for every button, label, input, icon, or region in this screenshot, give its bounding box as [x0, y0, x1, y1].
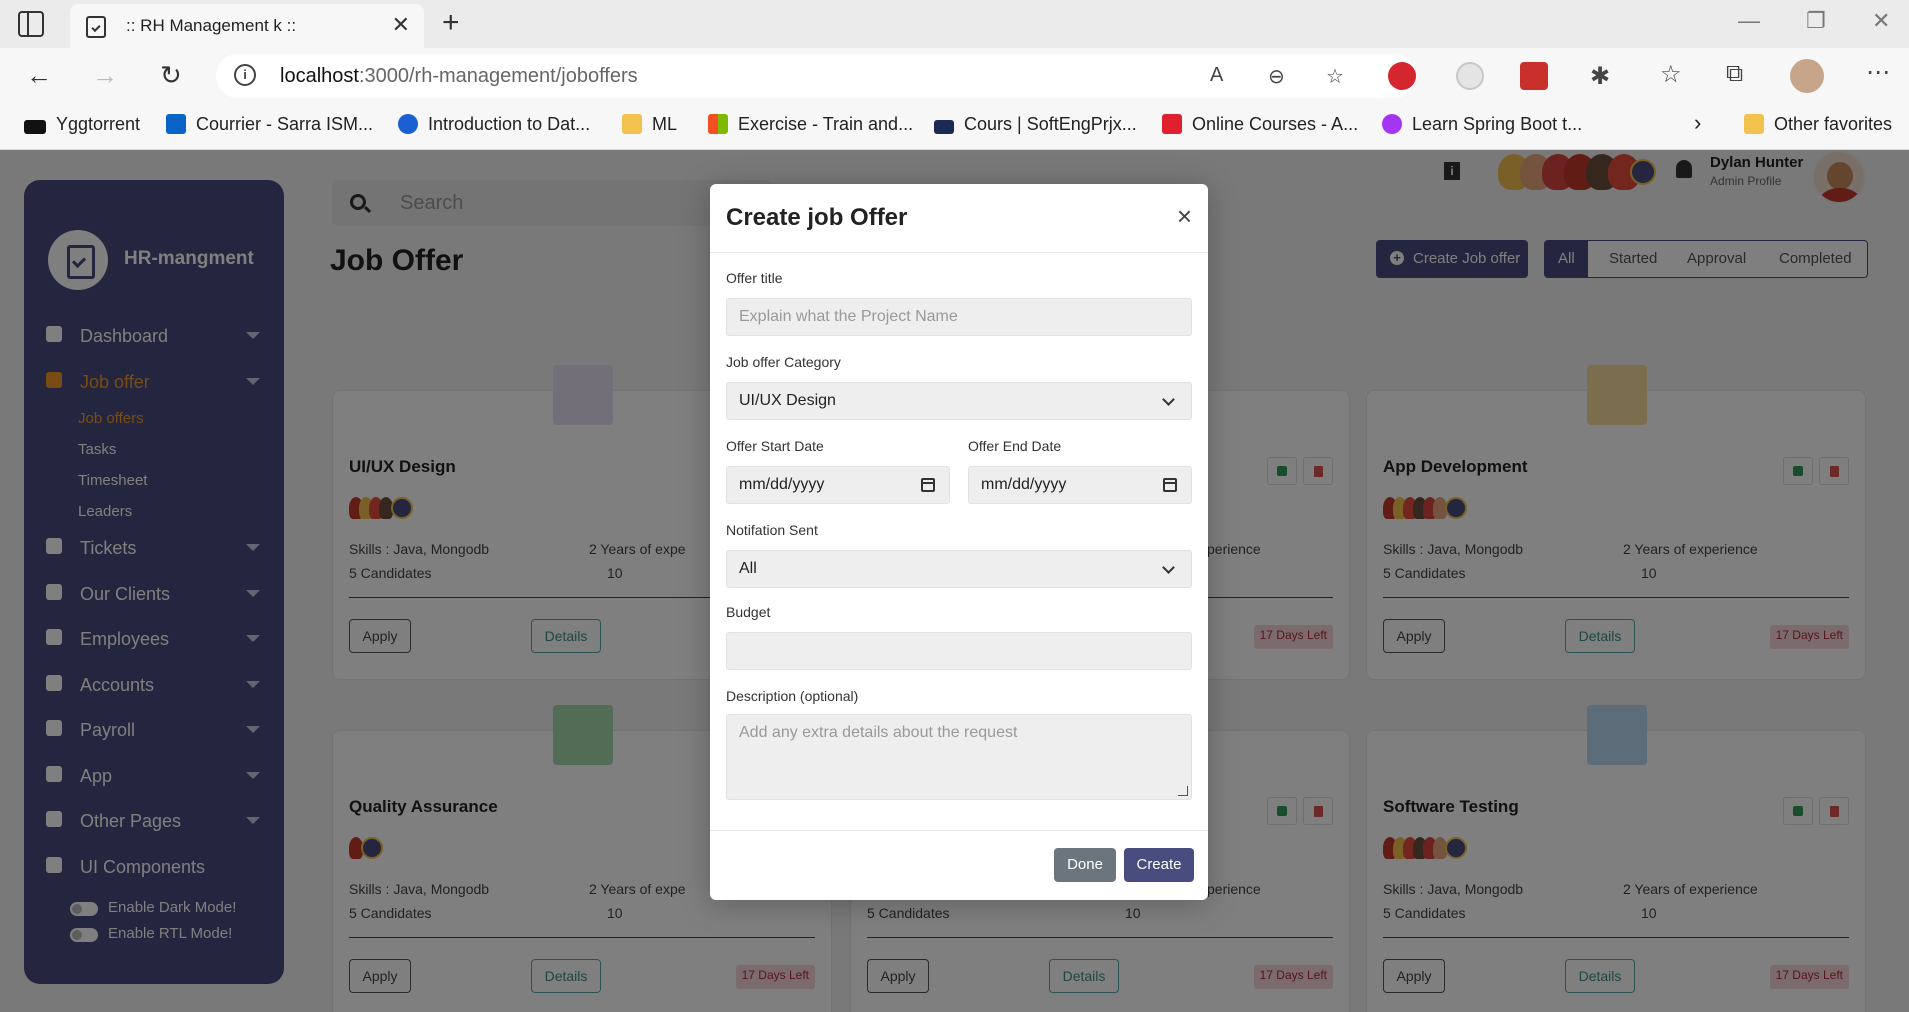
calendar-icon[interactable] [1163, 478, 1177, 492]
more-menu-icon[interactable]: ⋯ [1866, 58, 1890, 87]
category-select[interactable]: UI/UX Design [726, 382, 1192, 420]
notification-label: Notifation Sent [726, 522, 818, 538]
refresh-icon[interactable]: ↻ [160, 60, 182, 91]
close-icon[interactable]: × [1177, 203, 1192, 229]
minimize-window-icon[interactable]: — [1738, 8, 1760, 34]
bookmark-item[interactable]: Yggtorrent [24, 114, 140, 135]
bookmark-item[interactable]: Introduction to Dat... [398, 114, 590, 135]
adblock-extension-icon[interactable] [1388, 62, 1416, 90]
extension-icon[interactable] [1456, 62, 1484, 90]
coursera-icon [398, 114, 418, 134]
add-favorite-icon[interactable]: ☆ [1326, 64, 1344, 89]
description-label: Description (optional) [726, 688, 859, 704]
start-date-label: Offer Start Date [726, 438, 824, 454]
chevron-down-icon [1162, 393, 1175, 406]
folder-icon [1744, 114, 1764, 134]
udemy-purple-icon [1382, 114, 1402, 134]
bookmark-item[interactable]: Learn Spring Boot t... [1382, 114, 1582, 135]
extensions-puzzle-icon[interactable]: ✱ [1590, 62, 1610, 91]
offer-title-input[interactable]: Explain what the Project Name [726, 298, 1192, 336]
tab-title: :: RH Management k :: [126, 16, 297, 35]
clipboard-check-icon [86, 16, 106, 38]
bookmark-item[interactable]: Courrier - Sarra ISM... [166, 114, 373, 135]
read-aloud-icon[interactable]: A [1210, 64, 1223, 87]
forward-icon[interactable]: → [92, 60, 118, 91]
favorites-icon[interactable]: ☆ [1660, 60, 1682, 89]
resize-handle-icon[interactable] [1178, 786, 1188, 796]
udemy-icon [1162, 114, 1182, 134]
address-bar-row: ← → ↻ i localhost:3000/rh-management/job… [0, 48, 1909, 104]
other-favorites-folder[interactable]: Other favorites [1744, 114, 1892, 135]
url-text: localhost:3000/rh-management/joboffers [280, 65, 638, 87]
back-icon[interactable]: ← [26, 60, 52, 91]
bookmark-item[interactable]: Online Courses - A... [1162, 114, 1358, 135]
bookmarks-bar: Yggtorrent Courrier - Sarra ISM... Intro… [0, 104, 1909, 150]
zoom-out-icon[interactable]: ⊖ [1268, 64, 1285, 89]
modal-footer-divider [710, 830, 1208, 831]
site-info-icon[interactable]: i [234, 64, 256, 86]
new-tab-icon[interactable]: + [442, 6, 460, 40]
browser-tab-strip: :: RH Management k :: ✕ + — ❐ ✕ [0, 0, 1909, 48]
restore-window-icon[interactable]: ❐ [1806, 8, 1826, 34]
microsoft-icon [708, 114, 728, 134]
done-button[interactable]: Done [1054, 848, 1116, 882]
calendar-icon[interactable] [921, 478, 935, 492]
more-bookmarks-chevron-icon[interactable]: › [1694, 110, 1701, 136]
bookmark-folder[interactable]: ML [622, 114, 677, 135]
extension-red-icon[interactable] [1520, 62, 1548, 90]
close-tab-icon[interactable]: ✕ [392, 12, 410, 38]
start-date-input[interactable]: mm/dd/yyyy [726, 466, 950, 504]
modal-title: Create job Offer [726, 204, 908, 231]
bookmark-favicon-icon [24, 120, 46, 134]
budget-label: Budget [726, 604, 771, 620]
folder-icon [622, 114, 642, 134]
close-window-icon[interactable]: ✕ [1872, 8, 1890, 34]
end-date-input[interactable]: mm/dd/yyyy [968, 466, 1192, 504]
outlook-icon [166, 114, 186, 134]
tab-actions-icon[interactable] [18, 11, 44, 37]
modal-header-divider [710, 252, 1208, 253]
url-field[interactable]: i localhost:3000/rh-management/joboffers… [216, 54, 1416, 98]
offer-title-label: Offer title [726, 270, 783, 286]
browser-profile-avatar[interactable] [1790, 59, 1824, 93]
create-button[interactable]: Create [1124, 848, 1194, 882]
create-job-offer-modal: Create job Offer × Offer title Explain w… [710, 184, 1208, 900]
edx-icon [934, 120, 954, 134]
bookmark-item[interactable]: Cours | SoftEngPrjx... [934, 114, 1137, 135]
description-textarea[interactable]: Add any extra details about the request [726, 714, 1192, 800]
notification-select[interactable]: All [726, 550, 1192, 588]
end-date-label: Offer End Date [968, 438, 1062, 454]
chevron-down-icon [1162, 561, 1175, 574]
budget-input[interactable] [726, 632, 1192, 670]
browser-tab[interactable]: :: RH Management k :: ✕ [70, 4, 424, 48]
category-label: Job offer Category [726, 354, 841, 370]
bookmark-item[interactable]: Exercise - Train and... [708, 114, 913, 135]
collections-icon[interactable]: ⧉ [1726, 60, 1743, 88]
